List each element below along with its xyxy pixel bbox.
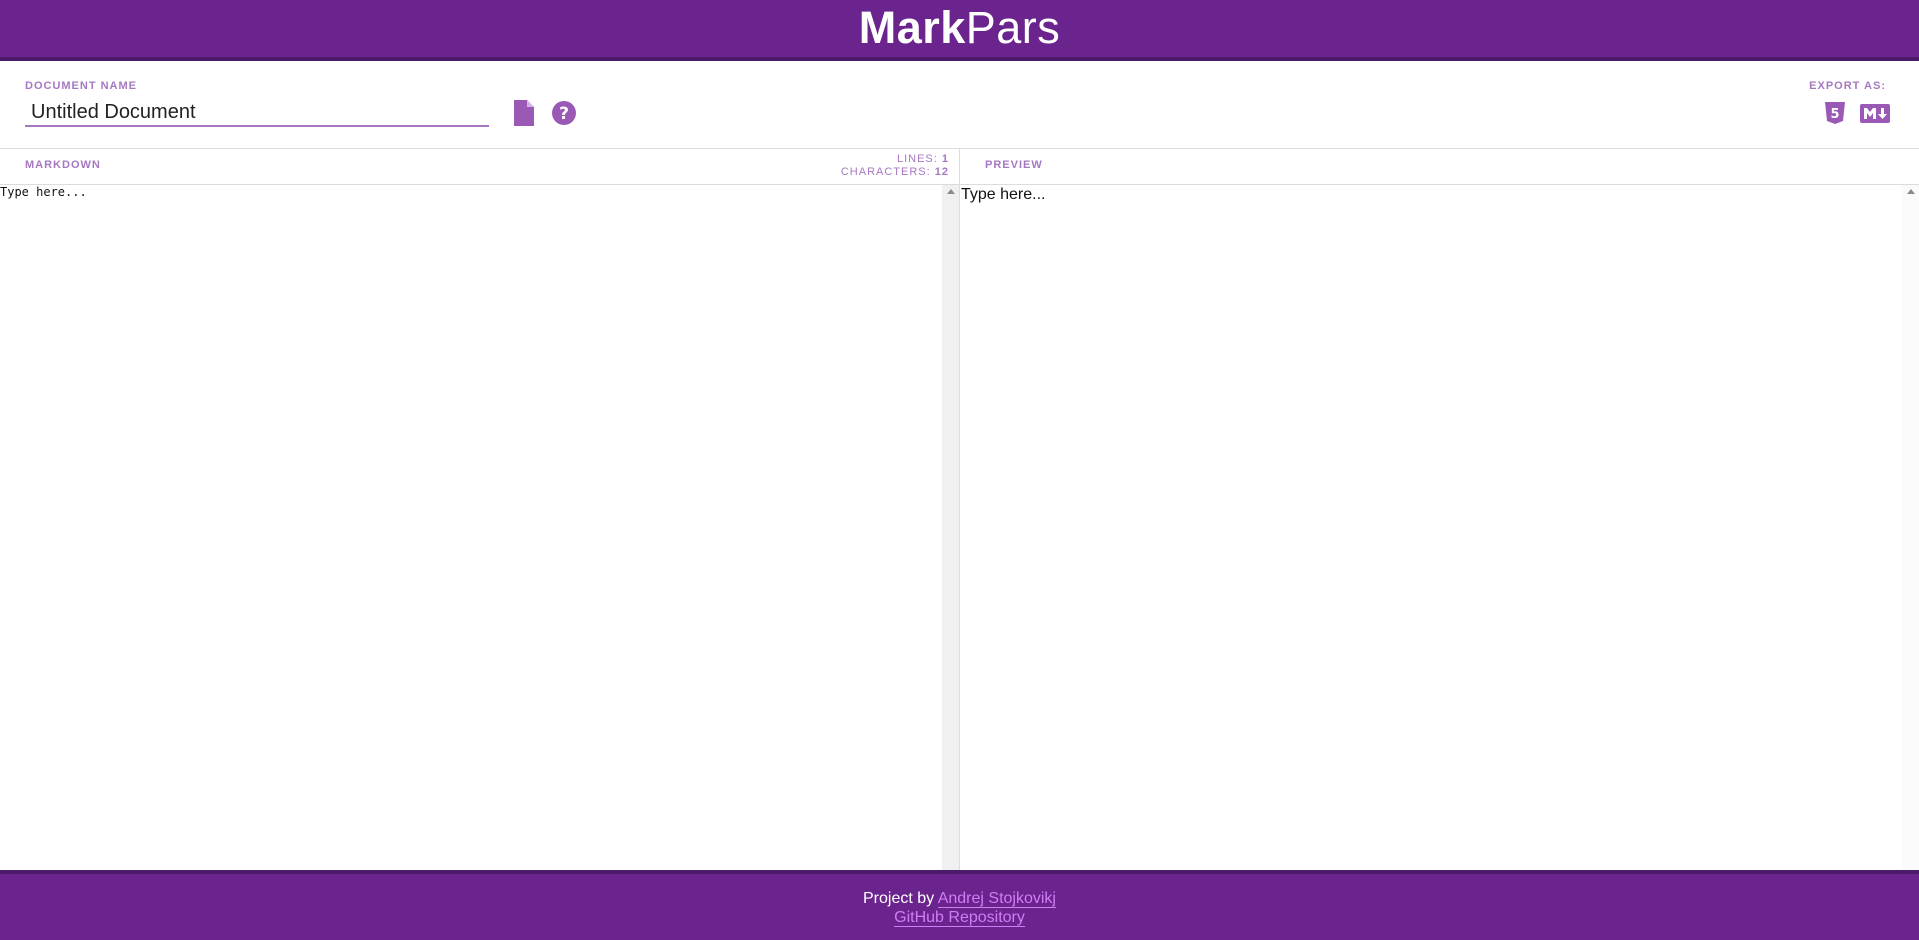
help-button[interactable]: ? xyxy=(549,98,579,128)
document-toolbar: DOCUMENT NAME ? EXPORT AS: 5 xyxy=(0,61,1919,149)
document-stats: LINES: 1 CHARACTERS: 12 xyxy=(841,153,949,179)
scroll-up-arrow-icon[interactable] xyxy=(947,189,955,194)
project-by-text: Project by xyxy=(863,890,935,907)
new-document-button[interactable] xyxy=(511,98,537,128)
scroll-up-arrow-icon[interactable] xyxy=(1907,189,1915,194)
markdown-pane-header: MARKDOWN LINES: 1 CHARACTERS: 12 xyxy=(0,149,959,185)
markdown-title: MARKDOWN xyxy=(25,159,101,171)
document-name-input[interactable] xyxy=(25,99,489,127)
export-html-button[interactable]: 5 xyxy=(1822,100,1848,126)
footer-credit: Project by Andrej Stojkovikj xyxy=(0,889,1919,908)
pane-divider xyxy=(959,149,960,870)
author-link[interactable]: Andrej Stojkovikj xyxy=(937,890,1056,908)
svg-text:?: ? xyxy=(559,104,569,124)
logo-pars: Pars xyxy=(965,2,1061,53)
document-name-label: DOCUMENT NAME xyxy=(25,80,137,92)
lines-label: LINES: xyxy=(896,153,938,165)
export-markdown-button[interactable] xyxy=(1859,100,1891,126)
markdown-icon xyxy=(1860,103,1890,123)
github-repository-link[interactable]: GitHub Repository xyxy=(894,909,1025,927)
markdown-editor[interactable]: Type here... xyxy=(0,185,942,870)
preview-scrollbar[interactable] xyxy=(1902,185,1919,870)
svg-text:5: 5 xyxy=(1830,107,1839,122)
footer-repo: GitHub Repository xyxy=(0,908,1919,927)
question-circle-icon: ? xyxy=(552,101,576,125)
preview-title: PREVIEW xyxy=(985,159,1043,171)
html5-icon: 5 xyxy=(1825,102,1845,124)
file-icon xyxy=(514,100,534,126)
characters-value: 12 xyxy=(934,166,949,178)
app-footer: Project by Andrej Stojkovikj GitHub Repo… xyxy=(0,870,1919,940)
editor-scrollbar[interactable] xyxy=(942,185,959,870)
app-header: MarkPars xyxy=(0,0,1919,61)
app-logo: MarkPars xyxy=(859,5,1061,50)
logo-mark: Mark xyxy=(858,2,966,53)
lines-count: LINES: 1 xyxy=(841,153,949,166)
characters-count: CHARACTERS: 12 xyxy=(841,166,949,179)
preview-pane-header: PREVIEW xyxy=(960,149,1919,185)
lines-value: 1 xyxy=(941,153,949,165)
export-label: EXPORT AS: xyxy=(1809,80,1886,92)
characters-label: CHARACTERS: xyxy=(840,166,931,178)
preview-content: Type here... xyxy=(961,186,1046,203)
